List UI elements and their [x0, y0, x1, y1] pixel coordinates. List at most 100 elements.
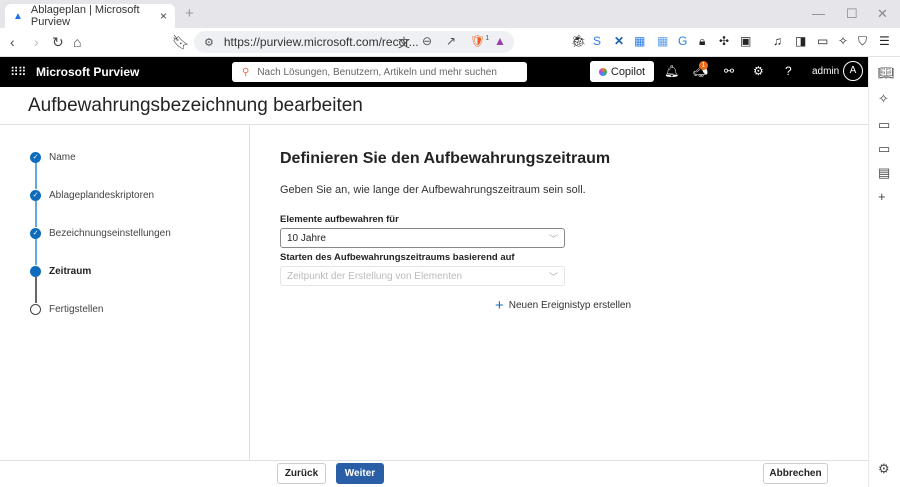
- rewards-icon[interactable]: ▲: [494, 34, 506, 48]
- music-icon[interactable]: ♫: [773, 34, 782, 48]
- help-icon[interactable]: ?: [785, 64, 792, 78]
- new-event-type-button[interactable]: + Neuen Ereignistyp erstellen: [495, 297, 631, 314]
- start-label: Starten des Aufbewahrungszeitraums basie…: [280, 252, 515, 263]
- copilot-button[interactable]: Copilot: [590, 61, 654, 82]
- step-label-settings[interactable]: ✓ Bezeichnungseinstellungen: [30, 228, 171, 239]
- back-button[interactable]: Zurück: [277, 463, 326, 484]
- step-label: Zeitraum: [49, 266, 92, 277]
- bookmarks-sidebar-icon[interactable]: ▤: [878, 165, 890, 181]
- site-settings-icon[interactable]: ⚙: [204, 36, 214, 49]
- sidebar-settings-icon[interactable]: ⚙: [878, 461, 890, 477]
- avatar[interactable]: A: [843, 61, 863, 81]
- purview-logo-icon: ▲: [13, 11, 23, 22]
- media-icon[interactable]: ▭: [878, 117, 890, 133]
- retain-period-dropdown[interactable]: 10 Jahre ﹀: [280, 228, 565, 248]
- app-launcher-icon[interactable]: ⠿⠿: [10, 65, 27, 79]
- brave-shield-icon[interactable]: 🛡︎1: [470, 34, 489, 48]
- chevron-down-icon: ﹀: [548, 234, 558, 244]
- leo-ai-icon[interactable]: ✧: [838, 34, 848, 48]
- check-icon: ✓: [30, 228, 41, 239]
- extension-s-icon[interactable]: S: [593, 34, 601, 48]
- app-header: ⠿⠿ Microsoft Purview ⚲ Nach Lösungen, Be…: [0, 57, 868, 87]
- brand-name[interactable]: Microsoft Purview: [36, 65, 139, 79]
- minimize-button[interactable]: —: [812, 6, 825, 21]
- search-input[interactable]: ⚲ Nach Lösungen, Benutzern, Artikeln und…: [232, 62, 527, 82]
- extension-icon[interactable]: 🐞︎: [571, 34, 586, 48]
- step-finish[interactable]: Fertigstellen: [30, 304, 103, 315]
- extension-x-icon[interactable]: ✕: [614, 34, 624, 48]
- close-tab-icon[interactable]: ×: [160, 9, 167, 23]
- extension-grid2-icon[interactable]: ▦: [657, 34, 668, 48]
- retain-label: Elemente aufbewahren für: [280, 214, 399, 225]
- chevron-down-icon: ﹀: [548, 272, 558, 282]
- translate-extension-icon[interactable]: G: [678, 34, 687, 48]
- extensions-icon[interactable]: ✣: [719, 34, 729, 48]
- retain-value: 10 Jahre: [287, 232, 326, 244]
- step-label: Ablageplandeskriptoren: [49, 190, 155, 201]
- new-event-label: Neuen Ereignistyp erstellen: [508, 300, 632, 311]
- step-name[interactable]: ✓ Name: [30, 152, 76, 163]
- copilot-label: Copilot: [610, 65, 646, 78]
- translate-icon[interactable]: 文: [398, 34, 410, 51]
- wallet-sidebar-icon[interactable]: ▭: [878, 141, 890, 157]
- step-label: Bezeichnungseinstellungen: [49, 228, 171, 239]
- notification-badge: 1: [699, 61, 708, 70]
- step-connector: [35, 163, 37, 189]
- maximize-button[interactable]: ☐: [846, 6, 858, 22]
- new-tab-button[interactable]: +: [185, 5, 194, 22]
- url-text: https://purview.microsoft.com/recor...: [223, 35, 419, 49]
- share-icon[interactable]: ↗: [446, 34, 456, 48]
- step-label: Name: [49, 152, 76, 163]
- connections-icon[interactable]: ⚯: [724, 64, 734, 78]
- wallet-icon[interactable]: ▭: [817, 34, 828, 48]
- current-step-icon: [30, 266, 41, 277]
- close-window-button[interactable]: ✕: [877, 6, 888, 22]
- menu-icon[interactable]: ☰: [879, 34, 890, 48]
- check-icon: ✓: [30, 152, 41, 163]
- tab-bar: ▲ Ablageplan | Microsoft Purview × + — ☐…: [0, 0, 900, 28]
- search-icon: ⚲: [242, 66, 250, 78]
- reading-list-icon[interactable]: 📖︎: [878, 65, 895, 81]
- step-connector: [35, 277, 37, 303]
- plus-icon: +: [495, 297, 504, 314]
- browser-tab[interactable]: ▲ Ablageplan | Microsoft Purview ×: [5, 4, 175, 28]
- bookmark-icon[interactable]: 🔖︎: [172, 34, 190, 51]
- copilot-icon: [598, 67, 607, 76]
- address-bar[interactable]: ⚙ https://purview.microsoft.com/recor...…: [194, 31, 514, 53]
- bell-icon[interactable]: 🔔︎: [664, 64, 679, 78]
- step-label: Fertigstellen: [49, 304, 104, 315]
- step-period[interactable]: Zeitraum: [30, 266, 91, 277]
- step-descriptors[interactable]: ✓ Ablageplandeskriptoren: [30, 190, 154, 201]
- back-icon[interactable]: ‹: [10, 34, 15, 50]
- browser-toolbar: ‹ › ↻ ⌂ 🔖︎ ⚙ https://purview.microsoft.c…: [0, 28, 900, 57]
- footer: [0, 460, 868, 487]
- settings-icon[interactable]: ⚙: [753, 64, 764, 78]
- start-basis-dropdown[interactable]: Zeitpunkt der Erstellung von Elementen ﹀: [280, 266, 565, 286]
- add-panel-icon[interactable]: +: [878, 189, 886, 204]
- forward-icon[interactable]: ›: [34, 34, 39, 50]
- start-value: Zeitpunkt der Erstellung von Elementen: [287, 270, 463, 282]
- step-connector: [35, 201, 37, 227]
- browser-sidebar: 📖︎ ✧ ▭ ▭ ▤ + ⚙: [868, 57, 900, 487]
- zoom-icon[interactable]: ⊖: [422, 34, 432, 48]
- home-icon[interactable]: ⌂: [73, 34, 81, 50]
- screenshot-icon[interactable]: ▣: [740, 34, 751, 48]
- shield-count: 1: [485, 35, 490, 42]
- next-button[interactable]: Weiter: [336, 463, 384, 484]
- step-connector: [35, 239, 37, 265]
- tab-title: Ablageplan | Microsoft Purview: [30, 4, 140, 28]
- extension-grid-icon[interactable]: ▦: [634, 34, 645, 48]
- section-heading: Definieren Sie den Aufbewahrungszeitraum: [280, 150, 611, 167]
- user-name[interactable]: admin: [812, 66, 839, 77]
- reload-icon[interactable]: ↻: [52, 34, 64, 51]
- sidebar-toggle-icon[interactable]: ◨: [795, 34, 806, 48]
- lock-icon[interactable]: 🔒︎: [699, 34, 705, 49]
- check-icon: ✓: [30, 190, 41, 201]
- cancel-button[interactable]: Abbrechen: [763, 463, 828, 484]
- section-description: Geben Sie an, wie lange der Aufbewahrung…: [280, 184, 586, 196]
- page-title: Aufbewahrungsbezeichnung bearbeiten: [28, 95, 363, 116]
- vpn-icon[interactable]: ⛉: [858, 34, 867, 49]
- wizard-steps: [0, 125, 250, 460]
- ai-icon[interactable]: ✧: [878, 91, 889, 107]
- search-placeholder: Nach Lösungen, Benutzern, Artikeln und m…: [257, 66, 497, 78]
